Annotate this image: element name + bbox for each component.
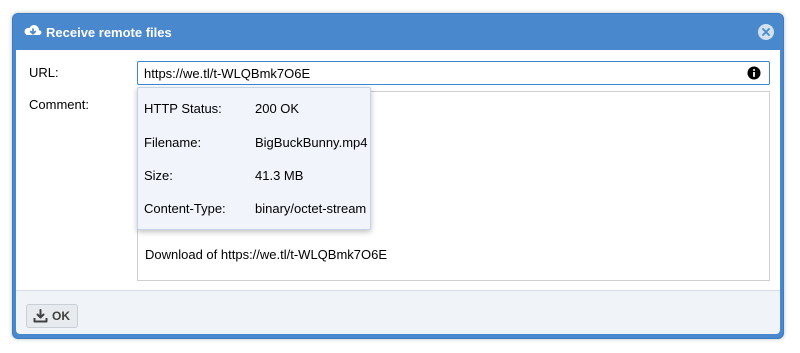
comment-label: Comment: xyxy=(29,97,89,112)
ok-button[interactable]: OK xyxy=(26,304,78,328)
tooltip-value: 200 OK xyxy=(255,101,300,116)
url-info-tooltip: HTTP Status: 200 OK Filename: BigBuckBun… xyxy=(137,87,371,230)
dialog-content: URL: Comment: Download of https://we.tl/… xyxy=(16,50,780,290)
dialog-footer: OK xyxy=(16,290,780,334)
tooltip-key: HTTP Status: xyxy=(144,101,222,116)
url-label: URL: xyxy=(29,65,59,80)
tooltip-value: 41.3 MB xyxy=(255,168,304,183)
ok-button-label: OK xyxy=(52,309,70,323)
dialog-title: Receive remote files xyxy=(46,25,172,40)
url-input[interactable] xyxy=(137,61,770,85)
tooltip-key: Size: xyxy=(144,168,173,183)
dialog-titlebar[interactable]: Receive remote files xyxy=(13,14,783,50)
cloud-download-icon xyxy=(24,25,42,35)
comment-text: Download of https://we.tl/t-WLQBmk7O6E xyxy=(145,247,388,262)
download-icon xyxy=(33,309,48,323)
tooltip-key: Filename: xyxy=(144,135,202,150)
tooltip-value: BigBuckBunny.mp4 xyxy=(255,135,368,150)
receive-remote-files-dialog: Receive remote files URL: Comment: Downl… xyxy=(12,13,784,339)
tooltip-row-http-status: HTTP Status: 200 OK xyxy=(144,101,364,117)
tooltip-row-filename: Filename: BigBuckBunny.mp4 xyxy=(144,135,368,151)
info-icon[interactable] xyxy=(747,66,761,80)
tooltip-key: Content-Type: xyxy=(144,201,226,216)
tooltip-row-content-type: Content-Type: binary/octet-stream xyxy=(144,201,367,217)
tooltip-row-size: Size: 41.3 MB xyxy=(144,168,364,184)
close-icon[interactable] xyxy=(757,23,775,41)
tooltip-value: binary/octet-stream xyxy=(255,201,367,216)
